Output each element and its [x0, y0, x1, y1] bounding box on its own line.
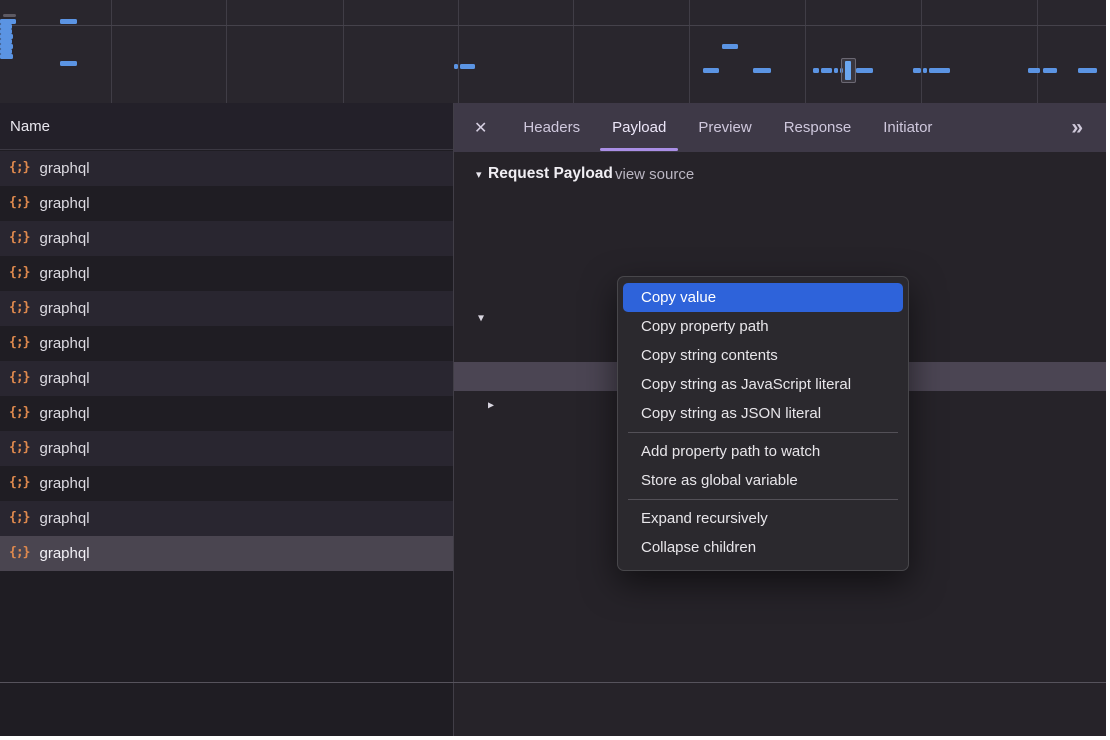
requests-name-column: Name {;} graphql {;} graphql {;} graphql {;} gr… [0, 103, 453, 736]
expanded-triangle-icon[interactable]: ▼ [478, 304, 484, 333]
request-name-label: graphql [39, 195, 89, 212]
json-braces-icon: {;} [9, 545, 29, 560]
request-name-label: graphql [39, 510, 89, 527]
request-timing-bar [1028, 68, 1040, 73]
request-row-selected[interactable]: {;} graphql [0, 536, 453, 571]
timeline-gridline [921, 0, 922, 103]
request-timing-bar [929, 68, 950, 73]
timeline-gridline [573, 0, 574, 103]
request-row[interactable]: {;} graphql [0, 396, 453, 431]
request-timing-bar [454, 64, 458, 69]
request-list: {;} graphql {;} graphql {;} graphql {;} graphql… [0, 151, 453, 571]
name-column-label: Name [10, 118, 50, 135]
menu-item-copy-string-as-javascript-literal[interactable]: Copy string as JavaScript literal [618, 370, 908, 399]
request-timing-bar [703, 68, 719, 73]
request-timing-bar [856, 68, 873, 73]
request-timing-bar [0, 54, 13, 59]
menu-item-add-property-path-to-watch[interactable]: Add property path to watch [618, 437, 908, 466]
json-braces-icon: {;} [9, 370, 29, 385]
menu-item-copy-string-as-json-literal[interactable]: Copy string as JSON literal [618, 399, 908, 428]
request-name-label: graphql [39, 440, 89, 457]
request-name-label: graphql [39, 300, 89, 317]
request-timing-bar [60, 61, 77, 66]
request-timing-bar [753, 68, 771, 73]
timeline-hline [0, 25, 1106, 26]
devtools-network-panel: Name {;} graphql {;} graphql {;} graphql {;} gr… [0, 0, 1106, 736]
request-timing-bar [813, 68, 819, 73]
devtools-screenshot: Name {;} graphql {;} graphql {;} graphql {;} gr… [0, 0, 1110, 740]
panel-split-divider[interactable] [453, 103, 454, 736]
request-timing-bar [923, 68, 927, 73]
request-name-label: graphql [39, 160, 89, 177]
request-timing-bar [913, 68, 921, 73]
request-name-label: graphql [39, 475, 89, 492]
request-row[interactable]: {;} graphql [0, 221, 453, 256]
request-name-label: graphql [39, 335, 89, 352]
collapsed-triangle-icon[interactable]: ▶ [488, 391, 494, 420]
request-timing-bar [460, 64, 475, 69]
context-menu: Copy valueCopy property pathCopy string … [617, 276, 909, 571]
request-name-label: graphql [39, 265, 89, 282]
request-name-label: graphql [39, 370, 89, 387]
menu-separator [628, 499, 898, 500]
timeline-gridline [226, 0, 227, 103]
json-braces-icon: {;} [9, 265, 29, 280]
timeline-marker-bar [3, 14, 16, 17]
request-name-label: graphql [39, 545, 89, 562]
json-braces-icon: {;} [9, 475, 29, 490]
request-row[interactable]: {;} graphql [0, 431, 453, 466]
request-row[interactable]: {;} graphql [0, 291, 453, 326]
menu-item-copy-property-path[interactable]: Copy property path [618, 312, 908, 341]
timeline-gridline [111, 0, 112, 103]
menu-separator [628, 432, 898, 433]
request-timing-bar [821, 68, 832, 73]
timeline-gridline [343, 0, 344, 103]
timeline-gridline [689, 0, 690, 103]
menu-item-store-as-global-variable[interactable]: Store as global variable [618, 466, 908, 495]
json-braces-icon: {;} [9, 300, 29, 315]
name-column-header[interactable]: Name [0, 103, 453, 150]
timeline-gridline [805, 0, 806, 103]
json-braces-icon: {;} [9, 195, 29, 210]
request-row[interactable]: {;} graphql [0, 361, 453, 396]
menu-item-copy-string-contents[interactable]: Copy string contents [618, 341, 908, 370]
request-name-label: graphql [39, 405, 89, 422]
menu-item-copy-value[interactable]: Copy value [623, 283, 903, 312]
request-timing-bar [1043, 68, 1057, 73]
json-braces-icon: {;} [9, 510, 29, 525]
request-row[interactable]: {;} graphql [0, 256, 453, 291]
request-timing-bar [60, 19, 77, 24]
request-timing-bar [1078, 68, 1097, 73]
selected-request-tick [841, 58, 856, 83]
request-timing-bar [722, 44, 738, 49]
timeline-gridline [1037, 0, 1038, 103]
request-row[interactable]: {;} graphql [0, 186, 453, 221]
selected-request-tick-bar [845, 61, 851, 80]
menu-item-expand-recursively[interactable]: Expand recursively [618, 504, 908, 533]
json-braces-icon: {;} [9, 160, 29, 175]
json-braces-icon: {;} [9, 405, 29, 420]
json-braces-icon: {;} [9, 335, 29, 350]
request-row[interactable]: {;} graphql [0, 466, 453, 501]
json-braces-icon: {;} [9, 440, 29, 455]
request-row[interactable]: {;} graphql [0, 326, 453, 361]
network-overview-timeline[interactable] [0, 0, 1106, 105]
request-timing-bar [834, 68, 838, 73]
json-braces-icon: {;} [9, 230, 29, 245]
request-row[interactable]: {;} graphql [0, 151, 453, 186]
menu-item-collapse-children[interactable]: Collapse children [618, 533, 908, 562]
footer-divider [0, 682, 1106, 683]
timeline-gridline [458, 0, 459, 103]
request-name-label: graphql [39, 230, 89, 247]
request-row[interactable]: {;} graphql [0, 501, 453, 536]
